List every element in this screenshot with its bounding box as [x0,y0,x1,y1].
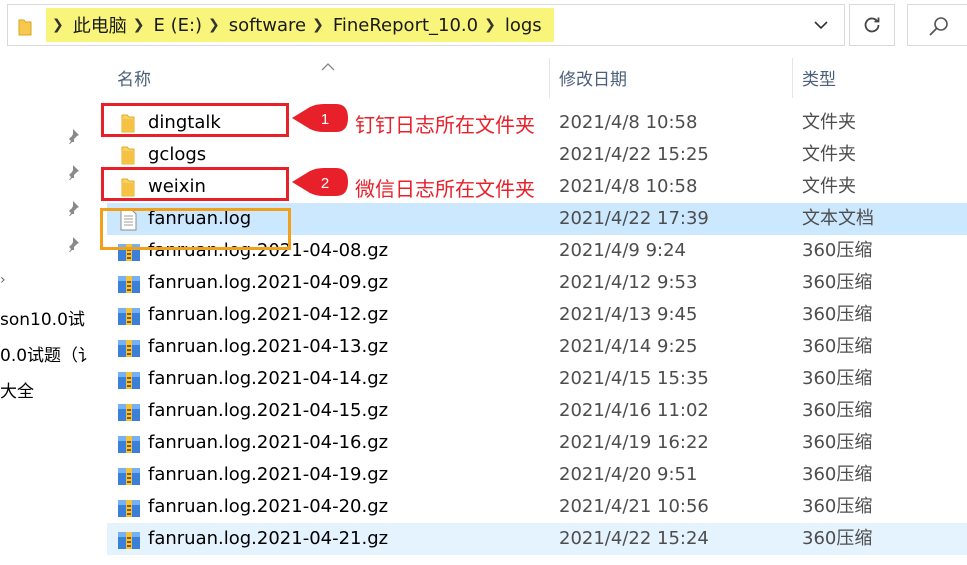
file-name: fanruan.log.2021-04-15.gz [148,400,389,421]
annotation-box-weixin [101,167,289,201]
chevron-right-icon: ❯ [52,17,64,33]
expand-arrow-icon[interactable]: › [0,272,6,288]
refresh-button[interactable] [849,4,895,46]
file-type: 360压缩 [802,400,873,421]
file-date: 2021/4/8 10:58 [559,112,698,133]
column-divider[interactable] [549,58,550,98]
search-input[interactable] [907,4,967,46]
file-type: 360压缩 [802,496,873,517]
pin-icon[interactable] [64,164,80,184]
archive-icon [117,433,140,453]
file-date: 2021/4/19 16:22 [559,432,709,453]
file-type: 360压缩 [802,368,873,389]
archive-icon [117,305,140,325]
file-name: fanruan.log.2021-04-09.gz [148,272,389,293]
nav-item[interactable]: 大全 [0,377,34,402]
file-row[interactable]: fanruan.log.2021-04-09.gz 2021/4/12 9:53 3… [107,267,967,299]
archive-icon [117,401,140,421]
callout-number-1: 1 [321,111,329,128]
archive-icon [117,465,140,485]
file-date: 2021/4/22 17:39 [559,208,709,229]
chevron-right-icon: ❯ [312,17,324,33]
file-type: 360压缩 [802,464,873,485]
file-name: fanruan.log.2021-04-12.gz [148,304,389,325]
archive-icon [117,369,140,389]
breadcrumb-item-logs[interactable]: logs [505,15,542,36]
file-date: 2021/4/15 15:35 [559,368,709,389]
file-type: 360压缩 [802,528,873,549]
breadcrumb-item-this-pc[interactable]: 此电脑 [73,12,127,38]
sort-ascending-icon [321,56,335,75]
file-date: 2021/4/9 9:24 [559,240,686,261]
annotation-box-fanruan-log [100,208,291,250]
callout-number-2: 2 [321,175,329,192]
file-date: 2021/4/8 10:58 [559,176,698,197]
pin-icon[interactable] [64,200,80,220]
nav-item[interactable]: 0.0试题（讠 [0,341,95,366]
file-row[interactable]: fanruan.log.2021-04-16.gz 2021/4/19 16:22… [107,427,967,459]
pin-icon[interactable] [64,128,80,148]
file-row[interactable]: fanruan.log.2021-04-12.gz 2021/4/13 9:45 3… [107,299,967,331]
archive-icon [117,273,140,293]
file-row[interactable]: fanruan.log.2021-04-13.gz 2021/4/14 9:25 3… [107,331,967,363]
folder-icon [117,145,139,165]
archive-icon [117,529,140,549]
file-type: 360压缩 [802,240,873,261]
chevron-right-icon: ❯ [208,17,220,33]
file-name: fanruan.log.2021-04-21.gz [148,528,389,549]
callout-marker-1: 1 [292,104,348,132]
file-type: 360压缩 [802,272,873,293]
column-header-date[interactable]: 修改日期 [559,65,627,95]
file-name: fanruan.log.2021-04-16.gz [148,432,389,453]
file-type: 文件夹 [802,176,856,197]
file-row[interactable]: fanruan.log.2021-04-14.gz 2021/4/15 15:35… [107,363,967,395]
callout-marker-2: 2 [292,168,348,196]
callout-label-2: 微信日志所在文件夹 [355,177,535,201]
file-type: 360压缩 [802,336,873,357]
pin-icon[interactable] [64,236,80,256]
breadcrumb-item-finereport[interactable]: FineReport_10.0 [333,15,478,36]
chevron-right-icon: ❯ [132,17,145,33]
annotation-box-dingtalk [101,103,289,137]
file-type: 文本文档 [802,208,874,229]
chevron-down-icon[interactable] [813,17,829,37]
file-row[interactable]: fanruan.log.2021-04-21.gz 2021/4/22 15:24… [107,523,967,555]
file-row[interactable]: fanruan.log.2021-04-20.gz 2021/4/21 10:56… [107,491,967,523]
breadcrumb-item-drive-e[interactable]: E (E:) [153,15,202,36]
file-date: 2021/4/22 15:25 [559,144,709,165]
file-date: 2021/4/22 15:24 [559,528,709,549]
file-type: 文件夹 [802,144,856,165]
archive-icon [117,337,140,357]
refresh-icon [864,17,880,33]
nav-item[interactable]: son10.0试 [0,305,85,330]
file-type: 360压缩 [802,432,873,453]
file-date: 2021/4/21 10:56 [559,496,709,517]
file-name: fanruan.log.2021-04-14.gz [148,368,389,389]
file-name: fanruan.log.2021-04-13.gz [148,336,389,357]
file-row[interactable]: fanruan.log.2021-04-15.gz 2021/4/16 11:02… [107,395,967,427]
file-date: 2021/4/13 9:45 [559,304,698,325]
callout-label-1: 钉钉日志所在文件夹 [355,113,535,137]
file-row[interactable]: fanruan.log.2021-04-19.gz 2021/4/20 9:51 3… [107,459,967,491]
archive-icon [117,497,140,517]
file-date: 2021/4/16 11:02 [559,400,709,421]
file-date: 2021/4/14 9:25 [559,336,698,357]
chevron-right-icon: ❯ [484,17,496,33]
file-date: 2021/4/12 9:53 [559,272,698,293]
breadcrumb: ❯ 此电脑 ❯ E (E:) ❯ software ❯ FineReport_1… [46,8,554,42]
address-bar[interactable]: ❯ 此电脑 ❯ E (E:) ❯ software ❯ FineReport_1… [7,4,845,46]
search-icon [929,17,948,36]
file-type: 文件夹 [802,112,856,133]
file-name: fanruan.log.2021-04-20.gz [148,496,389,517]
file-date: 2021/4/20 9:51 [559,464,698,485]
column-header-name[interactable]: 名称 [117,65,151,95]
column-header-type[interactable]: 类型 [802,65,836,95]
column-divider[interactable] [792,58,793,98]
file-name: fanruan.log.2021-04-19.gz [148,464,389,485]
breadcrumb-item-software[interactable]: software [229,15,306,36]
file-type: 360压缩 [802,304,873,325]
folder-icon [18,18,32,40]
